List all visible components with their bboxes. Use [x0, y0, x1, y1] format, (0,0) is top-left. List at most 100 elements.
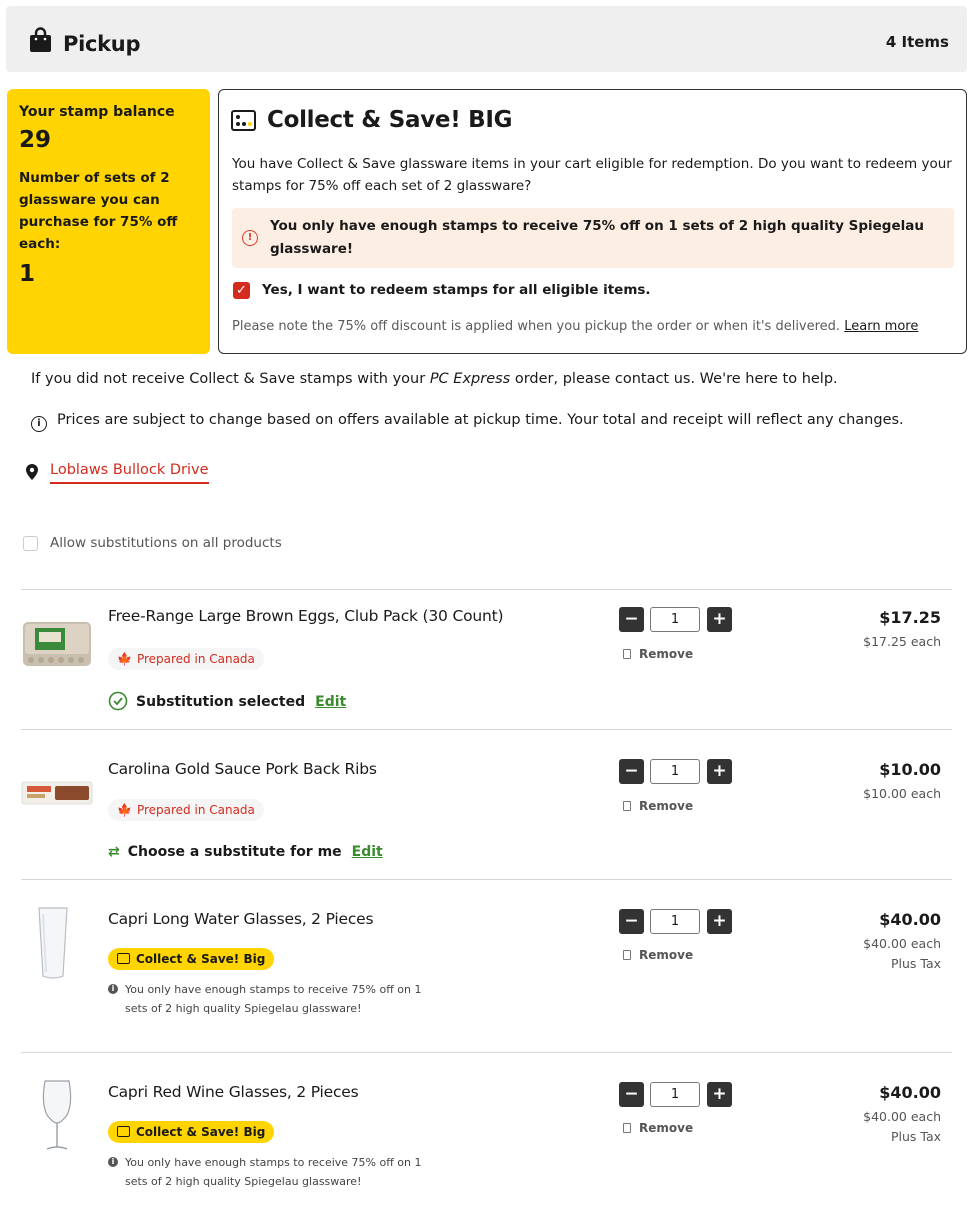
stamp-limit-note-text: You only have enough stamps to receive 7… — [125, 983, 422, 1015]
increase-quantity-button[interactable]: + — [707, 1082, 732, 1107]
remove-label[interactable]: Remove — [639, 647, 693, 661]
item-count: 4 Items — [885, 33, 949, 51]
info-icon: i — [108, 1157, 118, 1167]
quantity-input[interactable]: 1 — [650, 1082, 700, 1107]
check-circle-icon — [108, 691, 128, 711]
decrease-quantity-button[interactable]: − — [619, 1082, 644, 1107]
eggs-product-image — [23, 622, 91, 666]
location-pin-icon — [26, 464, 38, 480]
item-unit-price: $17.25 each — [863, 634, 941, 649]
plus-tax-label: Plus Tax — [890, 956, 941, 971]
ribs-product-image — [21, 781, 93, 805]
trash-icon — [623, 1123, 631, 1133]
stamp-balance-value: 29 — [19, 127, 52, 153]
badge-label: Collect & Save! Big — [136, 1125, 266, 1139]
collect-save-title: Collect & Save! BIG — [267, 107, 513, 133]
badge-label: Prepared in Canada — [136, 803, 255, 817]
increase-quantity-button[interactable]: + — [707, 909, 732, 934]
quantity-stepper[interactable]: − 1 + — [619, 607, 732, 632]
allow-substitutions-label[interactable]: Allow substitutions on all products — [50, 535, 282, 551]
item-unit-price: $40.00 each — [863, 1109, 941, 1124]
remove-label[interactable]: Remove — [639, 948, 693, 962]
item-total: $10.00 — [879, 760, 941, 779]
quantity-stepper[interactable]: − 1 + — [619, 759, 732, 784]
item-price: $40.00 $40.00 each Plus Tax — [863, 910, 941, 971]
sets-label: Number of sets of 2 glassware you can pu… — [19, 170, 178, 252]
remove-button[interactable]: Remove — [623, 799, 693, 813]
substitution-status: ⇄ Choose a substitute for me Edit — [108, 844, 383, 860]
edit-substitution-link[interactable]: Edit — [352, 844, 383, 860]
badge-label: Prepared in Canada — [136, 652, 255, 666]
sets-value: 1 — [19, 261, 36, 287]
decrease-quantity-button[interactable]: − — [619, 607, 644, 632]
prepared-in-canada-badge: 🍁 Prepared in Canada — [108, 799, 264, 821]
increase-quantity-button[interactable]: + — [707, 607, 732, 632]
contact-text-end: order, please contact us. We're here to … — [510, 371, 838, 387]
product-name[interactable]: Capri Red Wine Glasses, 2 Pieces — [108, 1083, 359, 1101]
substitution-status: Substitution selected Edit — [108, 691, 346, 711]
alert-icon: ! — [242, 230, 258, 246]
item-unit-price: $10.00 each — [863, 786, 941, 801]
quantity-input[interactable]: 1 — [650, 607, 700, 632]
stamp-warning-text: You only have enough stamps to receive 7… — [270, 218, 924, 257]
decrease-quantity-button[interactable]: − — [619, 909, 644, 934]
product-name[interactable]: Carolina Gold Sauce Pork Back Ribs — [108, 760, 377, 778]
store-name-link[interactable]: Loblaws Bullock Drive — [50, 462, 209, 484]
item-price: $17.25 $17.25 each — [863, 608, 941, 649]
remove-label[interactable]: Remove — [639, 799, 693, 813]
edit-substitution-link[interactable]: Edit — [315, 694, 346, 710]
maple-leaf-icon: 🍁 — [117, 803, 132, 817]
cart-item-water-glasses: Capri Long Water Glasses, 2 Pieces Colle… — [21, 879, 952, 1052]
increase-quantity-button[interactable]: + — [707, 759, 732, 784]
collect-save-badge: Collect & Save! Big — [108, 948, 275, 970]
contact-text: If you did not receive Collect & Save st… — [31, 371, 430, 387]
product-name[interactable]: Free-Range Large Brown Eggs, Club Pack (… — [108, 607, 504, 625]
collect-save-card-icon — [231, 110, 256, 131]
cart-item-ribs: Carolina Gold Sauce Pork Back Ribs 🍁 Prep… — [21, 729, 952, 880]
swap-arrows-icon: ⇄ — [108, 844, 120, 860]
learn-more-link[interactable]: Learn more — [844, 319, 918, 334]
water-glasses-product-image — [38, 907, 68, 979]
pickup-header: Pickup 4 Items — [6, 6, 967, 72]
redeem-checkbox-label[interactable]: Yes, I want to redeem stamps for all eli… — [262, 282, 651, 298]
info-icon: i — [108, 984, 118, 994]
product-name[interactable]: Capri Long Water Glasses, 2 Pieces — [108, 910, 374, 928]
prices-notice-text: Prices are subject to change based on of… — [57, 412, 904, 428]
item-total: $17.25 — [879, 608, 941, 627]
quantity-input[interactable]: 1 — [650, 759, 700, 784]
maple-leaf-icon: 🍁 — [117, 652, 132, 666]
badge-label: Collect & Save! Big — [136, 952, 266, 966]
trash-icon — [623, 801, 631, 811]
plus-tax-label: Plus Tax — [890, 1129, 941, 1144]
shopping-bag-icon — [30, 27, 51, 52]
decrease-quantity-button[interactable]: − — [619, 759, 644, 784]
remove-button[interactable]: Remove — [623, 1121, 693, 1135]
prepared-in-canada-badge: 🍁 Prepared in Canada — [108, 648, 264, 670]
remove-button[interactable]: Remove — [623, 948, 693, 962]
collect-save-panel: Collect & Save! BIG You have Collect & S… — [218, 89, 967, 354]
redeem-checkbox[interactable]: ✓ — [233, 282, 250, 299]
stamp-limit-note-text: You only have enough stamps to receive 7… — [125, 1156, 422, 1188]
cart-item-wine-glasses: Capri Red Wine Glasses, 2 Pieces Collect… — [21, 1052, 952, 1220]
discount-note-text: Please note the 75% off discount is appl… — [232, 319, 841, 334]
quantity-stepper[interactable]: − 1 + — [619, 909, 732, 934]
stamp-balance-label: Your stamp balance — [19, 104, 175, 120]
item-price: $10.00 $10.00 each — [863, 760, 941, 801]
substitution-status-text: Substitution selected — [136, 694, 306, 710]
pc-express-brand: PC Express — [429, 371, 511, 387]
prices-notice: i Prices are subject to change based on o… — [31, 412, 904, 432]
collect-save-card-icon — [117, 953, 130, 964]
page-title: Pickup — [63, 32, 141, 56]
stamp-balance-panel: Your stamp balance 29 Number of sets of … — [7, 89, 210, 354]
collect-save-card-icon — [117, 1126, 130, 1137]
item-total: $40.00 — [879, 910, 941, 929]
remove-label[interactable]: Remove — [639, 1121, 693, 1135]
trash-icon — [623, 649, 631, 659]
quantity-stepper[interactable]: − 1 + — [619, 1082, 732, 1107]
remove-button[interactable]: Remove — [623, 647, 693, 661]
substitution-status-text: Choose a substitute for me — [127, 844, 342, 860]
collect-save-badge: Collect & Save! Big — [108, 1121, 275, 1143]
quantity-input[interactable]: 1 — [650, 909, 700, 934]
item-unit-price: $40.00 each — [863, 936, 941, 951]
allow-substitutions-checkbox[interactable] — [23, 536, 38, 551]
